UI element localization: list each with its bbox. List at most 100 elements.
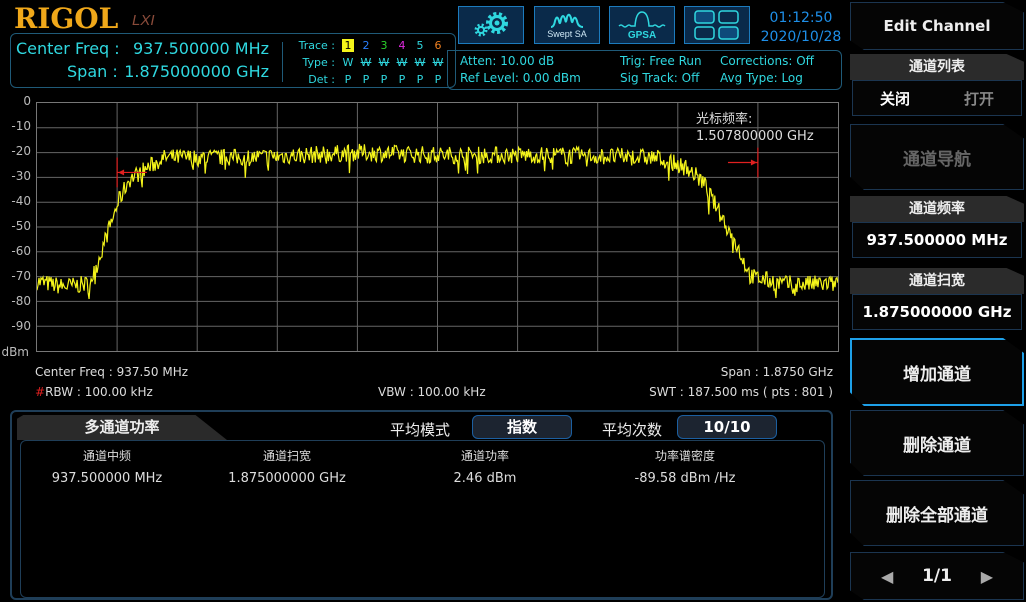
- trace-2-detector: P: [362, 73, 370, 86]
- trig-status: Trig: Free Run: [620, 54, 702, 68]
- edit-channel-title: Edit Channel: [850, 2, 1024, 50]
- trace-4-type: W: [396, 56, 408, 69]
- gpsa-label: GPSA: [627, 29, 657, 41]
- gears-icon: [474, 12, 508, 37]
- corrections-status: Corrections: Off: [720, 54, 814, 68]
- det-label: Det :: [308, 73, 335, 86]
- y-unit-label: dBm: [1, 345, 29, 359]
- y-tick-label: -30: [11, 169, 31, 183]
- clock: 01:12:50 2020/10/28: [756, 9, 846, 47]
- trace-5-detector: P: [416, 73, 424, 86]
- settings-button[interactable]: [458, 6, 524, 44]
- column-header: 通道功率: [460, 449, 509, 463]
- ref-level-status: Ref Level: 0.00 dBm: [460, 71, 581, 85]
- column-header: 通道扫宽: [262, 449, 311, 463]
- channel-freq-label: 通道频率: [850, 196, 1024, 222]
- center-freq-value[interactable]: 937.500000 MHz: [133, 39, 269, 58]
- rigol-logo: RIGOL: [14, 2, 119, 35]
- layout-button[interactable]: [684, 6, 750, 44]
- rbw-info: #RBW : 100.00 kHz: [35, 385, 153, 399]
- channel-span-value[interactable]: 1.875000000 GHz: [852, 294, 1022, 330]
- trace-1-type: W: [342, 56, 354, 69]
- divider: [282, 42, 283, 82]
- trace-1-selector[interactable]: 1: [342, 39, 354, 52]
- status-panel: Atten: 10.00 dB Ref Level: 0.00 dBm Trig…: [447, 50, 842, 90]
- trace-5-selector[interactable]: 5: [411, 39, 429, 52]
- trace-1-detector: P: [344, 73, 352, 86]
- clock-time: 01:12:50: [769, 10, 833, 26]
- next-page-icon[interactable]: ▶: [981, 567, 993, 586]
- y-tick-label: -90: [11, 319, 31, 333]
- trace-3-type: W: [378, 56, 390, 69]
- swt-info: SWT : 187.500 ms ( pts : 801 ): [649, 385, 833, 399]
- channel-list-off[interactable]: 关闭: [880, 88, 910, 109]
- y-tick-label: -60: [11, 244, 31, 258]
- avg-count-value[interactable]: 10/10: [677, 415, 777, 439]
- cursor-freq-label: 光标频率:: [696, 112, 753, 127]
- lxi-logo: LXI: [132, 12, 155, 29]
- trace-6-detector: P: [434, 73, 442, 86]
- trace-label: Trace :: [298, 39, 335, 52]
- sig-track-status: Sig Track: Off: [620, 71, 700, 85]
- y-tick-label: 0: [23, 94, 31, 108]
- span-value[interactable]: 1.875000000 GHz: [124, 62, 269, 81]
- trace-3-detector: P: [380, 73, 388, 86]
- avg-mode-value[interactable]: 指数: [472, 415, 572, 439]
- trace-4-selector[interactable]: 4: [393, 39, 411, 52]
- channel-freq-value[interactable]: 937.500000 MHz: [852, 222, 1022, 258]
- channel-center-freq-cell: 937.500000 MHz: [51, 471, 163, 486]
- trace-5-type: W: [414, 56, 426, 69]
- atten-status: Atten: 10.00 dB: [460, 54, 555, 68]
- gpsa-spectrum-icon: [618, 10, 666, 28]
- y-tick-label: -70: [11, 269, 31, 283]
- trace-4-detector: P: [398, 73, 406, 86]
- channel-list-label: 通道列表: [850, 54, 1024, 80]
- avg-type-status: Avg Type: Log: [720, 71, 803, 85]
- y-tick-label: -40: [11, 194, 31, 208]
- column-header: 功率谱密度: [654, 449, 715, 463]
- center-freq-label: Center Freq :: [16, 39, 120, 58]
- gpsa-button[interactable]: GPSA: [609, 6, 675, 44]
- channel-list-toggle[interactable]: 关闭 打开: [852, 80, 1022, 116]
- avg-mode-label: 平均模式: [390, 421, 451, 439]
- swept-sa-button[interactable]: Swept SA: [534, 6, 600, 44]
- clock-date: 2020/10/28: [760, 29, 842, 45]
- column-header: 通道中频: [82, 449, 131, 463]
- trace-6-selector[interactable]: 6: [429, 39, 447, 52]
- prev-page-icon[interactable]: ◀: [881, 567, 893, 586]
- cursor-freq-value: 1.507800000 GHz: [696, 129, 814, 144]
- page-indicator: 1/1: [922, 566, 952, 586]
- page-navigator: ◀ 1/1 ▶: [850, 552, 1024, 600]
- rbw-value: RBW : 100.00 kHz: [45, 385, 153, 399]
- y-tick-label: -50: [11, 219, 31, 233]
- psd-cell: -89.58 dBm /Hz: [634, 471, 736, 486]
- frequency-info-panel: Center Freq : 937.500000 MHz Span : 1.87…: [10, 33, 456, 88]
- span-label: Span :: [67, 62, 118, 81]
- window-layout-icon: [694, 10, 739, 40]
- y-tick-label: -10: [11, 119, 31, 133]
- y-tick-label: -20: [11, 144, 31, 158]
- trace-3-selector[interactable]: 3: [375, 39, 393, 52]
- trace-2-selector[interactable]: 2: [357, 39, 375, 52]
- tab-multi-channel-power[interactable]: 多通道功率: [17, 415, 227, 440]
- rbw-manual-marker: #: [35, 385, 46, 399]
- swept-sa-waveform-icon: [550, 13, 584, 28]
- trace-2-type: W: [360, 56, 372, 69]
- channel-nav-button[interactable]: 通道导航: [850, 124, 1024, 190]
- channel-power-cell: 2.46 dBm: [453, 471, 517, 486]
- trace-6-type: W: [432, 56, 444, 69]
- add-channel-button[interactable]: 增加通道: [850, 338, 1024, 406]
- avg-count-label: 平均次数: [602, 421, 663, 439]
- channel-span-cell: 1.875000000 GHz: [228, 471, 346, 486]
- vbw-info: VBW : 100.00 kHz: [378, 385, 486, 399]
- delete-all-channels-button[interactable]: 删除全部通道: [850, 480, 1024, 546]
- channel-span-label: 通道扫宽: [850, 268, 1024, 294]
- y-tick-label: -80: [11, 294, 31, 308]
- span-info: Span : 1.8750 GHz: [720, 365, 833, 379]
- trace-status-grid[interactable]: Trace :123456 Type :WWWWWW Det :PPPPPP: [289, 37, 447, 88]
- type-label: Type :: [302, 56, 335, 69]
- channel-list-on[interactable]: 打开: [964, 88, 994, 109]
- delete-channel-button[interactable]: 删除通道: [850, 410, 1024, 476]
- swept-sa-label: Swept SA: [547, 29, 587, 39]
- center-freq-info: Center Freq : 937.50 MHz: [35, 365, 189, 379]
